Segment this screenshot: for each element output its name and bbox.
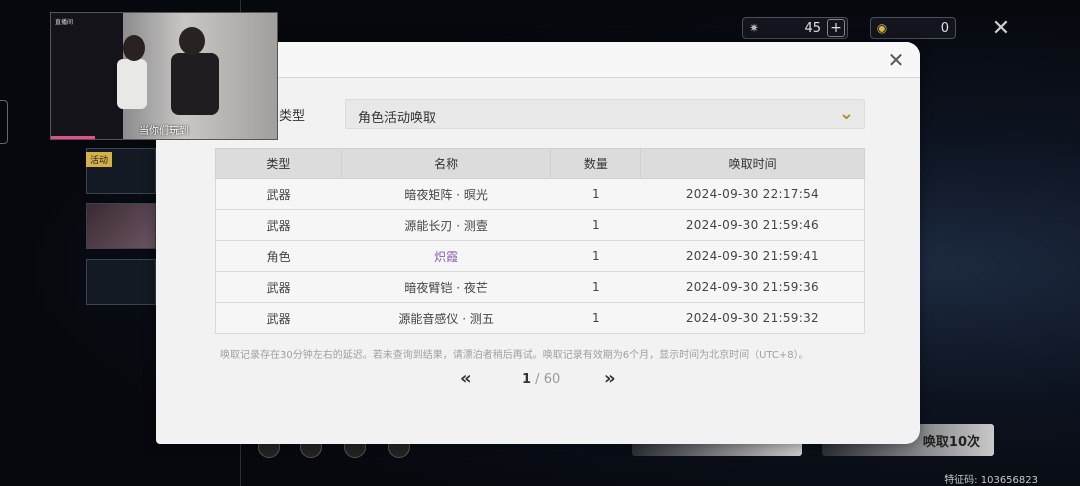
close-icon[interactable]: ✕ <box>988 16 1014 42</box>
currency-value: 0 <box>940 20 949 36</box>
previous-page-icon[interactable]: « <box>460 368 472 389</box>
chevron-down-icon: ⌄ <box>838 103 854 124</box>
stream-channel: 直播间 <box>55 19 74 26</box>
column-header-time: 唤取时间 <box>640 148 865 179</box>
currency-value: 45 <box>804 20 821 36</box>
table-row: 武器 源能音感仪 · 测五 1 2024-09-30 21:59:32 <box>215 302 865 334</box>
add-currency-button[interactable]: + <box>827 19 845 37</box>
current-page: 1 <box>522 372 532 387</box>
row-quantity: 1 <box>550 240 641 272</box>
page-indicator: 1 / 60 <box>522 372 560 387</box>
stream-overlay: 直播间 当你们玩到 <box>50 12 278 140</box>
type-label: 类型 <box>279 109 306 124</box>
delay-note: 唤取记录存在30分钟左右的延迟。若未查询到结果，请漂泊者稍后再试。唤取记录有效期… <box>220 350 809 361</box>
stream-progress-bar <box>51 136 95 139</box>
pagination: « 1 / 60 » <box>456 368 626 392</box>
row-name: 源能长刃 · 测壹 <box>341 209 551 241</box>
row-quantity: 1 <box>550 209 641 241</box>
row-time: 2024-09-30 21:59:32 <box>640 302 865 334</box>
row-name: 暗夜臂铠 · 夜芒 <box>341 271 551 303</box>
row-quantity: 1 <box>550 178 641 210</box>
row-name: 源能音感仪 · 测五 <box>341 302 551 334</box>
currency-coin: ◉ 0 <box>870 17 956 39</box>
stream-caption: 当你们玩到 <box>139 126 189 137</box>
row-type: 武器 <box>215 271 342 303</box>
stream-person-2-head <box>179 27 205 55</box>
event-tag: 活动 <box>86 152 113 167</box>
row-quantity: 1 <box>550 271 641 303</box>
modal-close-icon[interactable]: ✕ <box>884 48 908 72</box>
type-select[interactable]: 角色活动唤取 ⌄ <box>345 99 865 129</box>
column-header-type: 类型 <box>215 148 342 179</box>
selected-type: 角色活动唤取 <box>358 111 437 126</box>
star-crystal-icon: ✷ <box>748 21 760 35</box>
table-header-row: 类型 名称 数量 唤取时间 <box>215 148 865 179</box>
banner-card-2[interactable] <box>86 203 156 249</box>
coin-icon: ◉ <box>876 21 888 35</box>
records-table: 类型 名称 数量 唤取时间 武器 暗夜矩阵 · 暝光 1 2024-09-30 … <box>215 148 865 334</box>
row-type: 武器 <box>215 178 342 210</box>
row-type: 武器 <box>215 302 342 334</box>
stream-person-2 <box>171 53 219 115</box>
table-row: 武器 源能长刃 · 测壹 1 2024-09-30 21:59:46 <box>215 209 865 241</box>
side-tab-handle[interactable] <box>0 100 8 144</box>
stream-person-1-head <box>123 35 145 61</box>
page-separator: / <box>531 372 544 387</box>
banner-card-3[interactable] <box>86 259 156 305</box>
row-time: 2024-09-30 22:17:54 <box>640 178 865 210</box>
stream-door <box>51 13 123 139</box>
currency-star-crystal: ✷ 45 + <box>742 17 848 39</box>
table-row: 武器 暗夜臂铠 · 夜芒 1 2024-09-30 21:59:36 <box>215 271 865 303</box>
row-name-character: 炽霞 <box>341 240 551 272</box>
column-header-quantity: 数量 <box>550 148 642 179</box>
table-row: 角色 炽霞 1 2024-09-30 21:59:41 <box>215 240 865 272</box>
row-quantity: 1 <box>550 302 641 334</box>
row-time: 2024-09-30 21:59:41 <box>640 240 865 272</box>
stream-person-1 <box>117 59 147 109</box>
table-row: 武器 暗夜矩阵 · 暝光 1 2024-09-30 22:17:54 <box>215 178 865 210</box>
total-pages: 60 <box>543 372 561 387</box>
feature-code: 特征码: 103656823 <box>944 475 1038 486</box>
row-type: 角色 <box>215 240 342 272</box>
row-time: 2024-09-30 21:59:36 <box>640 271 865 303</box>
row-type: 武器 <box>215 209 342 241</box>
next-page-icon[interactable]: » <box>604 368 616 389</box>
row-time: 2024-09-30 21:59:46 <box>640 209 865 241</box>
row-name: 暗夜矩阵 · 暝光 <box>341 178 551 210</box>
column-header-name: 名称 <box>340 148 552 179</box>
